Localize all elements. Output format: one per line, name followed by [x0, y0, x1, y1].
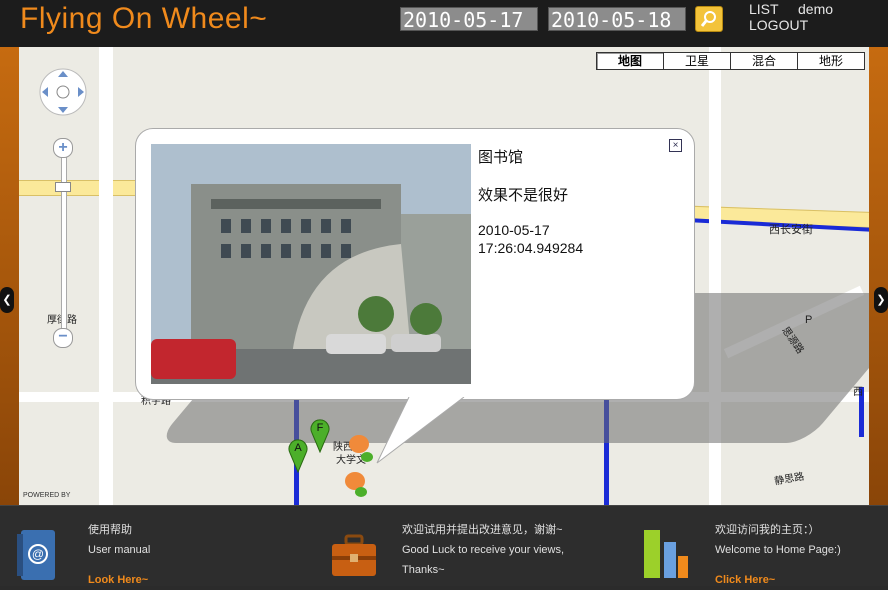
label-parking: P	[805, 314, 813, 326]
info-window: 图书馆 效果不是很好 2010-05-17 17:26:04.949284 ×	[135, 128, 695, 400]
marker-f-label: F	[317, 422, 324, 434]
zoom-out-icon[interactable]: −	[53, 328, 73, 348]
click-here-link[interactable]: Click Here~	[715, 574, 775, 586]
maptype-hybrid[interactable]: 混合	[730, 52, 798, 70]
left-sidebar	[0, 47, 19, 505]
label-jingsi: 静思路	[773, 471, 806, 488]
marker-a-label: A	[294, 442, 302, 454]
help-en: User manual	[88, 544, 151, 556]
location-photo[interactable]	[151, 144, 471, 384]
svg-text:@: @	[32, 547, 44, 561]
marker-a-icon[interactable]: A	[287, 437, 309, 473]
maptype-map[interactable]: 地图	[596, 52, 664, 70]
magnifier-icon	[700, 11, 716, 27]
home-en: Welcome to Home Page:)	[715, 544, 841, 556]
road-vertical-west	[99, 47, 113, 505]
look-here-link[interactable]: Look Here~	[88, 574, 148, 586]
feedback-en: Good Luck to receive your views,	[402, 544, 565, 556]
label-west: 西	[853, 387, 863, 398]
info-comment: 效果不是很好	[478, 187, 569, 204]
road-west	[19, 180, 146, 196]
collapse-right-arrow-icon[interactable]: ❯	[874, 287, 888, 313]
home-cn: 欢迎访问我的主页：）	[715, 524, 820, 536]
address-book-icon[interactable]: @	[17, 528, 57, 582]
logout-link[interactable]: LOGOUT	[749, 17, 808, 33]
marker-f-icon[interactable]: F	[309, 417, 331, 453]
footer: @ 使用帮助 User manual Look Here~ 欢迎试用并提出改进意…	[0, 505, 888, 586]
briefcase-icon[interactable]	[330, 534, 378, 578]
top-bar: Flying On Wheel~ 2010-05-17 2010-05-18 L…	[0, 0, 888, 47]
help-cn: 使用帮助	[88, 524, 132, 536]
list-link[interactable]: LIST	[749, 1, 779, 17]
label-xichangan: 西长安街	[769, 224, 813, 236]
username: demo	[798, 1, 834, 17]
search-button[interactable]	[695, 6, 723, 32]
collapse-left-arrow-icon[interactable]: ❮	[0, 287, 14, 313]
bar-chart-icon[interactable]	[642, 528, 690, 580]
app-logo[interactable]: Flying On Wheel~	[20, 2, 267, 36]
feedback-cn: 欢迎试用并提出改进意见，谢谢~	[402, 524, 563, 536]
feedback-thanks: Thanks~	[402, 564, 445, 576]
zoom-in-icon[interactable]: +	[53, 138, 73, 158]
info-time: 17:26:04.949284	[478, 240, 584, 256]
end-date-input[interactable]: 2010-05-18	[548, 7, 686, 32]
start-date-input[interactable]: 2010-05-17	[400, 7, 538, 32]
right-sidebar	[869, 47, 888, 505]
close-icon[interactable]: ×	[669, 139, 682, 152]
zoom-slider-handle[interactable]	[55, 182, 71, 192]
zoom-track[interactable]	[61, 147, 67, 344]
photo-marker-2-dot-icon[interactable]	[355, 487, 367, 497]
powered-by-google: POWERED BY	[23, 492, 71, 499]
info-window-tail	[349, 397, 465, 464]
map-canvas[interactable]: 西长安街 厚街路 积字路 静思路 思源路 P 西 陕西 大学文 POWERED …	[19, 47, 869, 505]
maptype-satellite[interactable]: 卫星	[663, 52, 731, 70]
pan-control[interactable]	[38, 67, 88, 117]
maptype-terrain[interactable]: 地形	[797, 52, 865, 70]
info-date: 2010-05-17	[478, 222, 550, 238]
info-title: 图书馆	[478, 149, 524, 166]
